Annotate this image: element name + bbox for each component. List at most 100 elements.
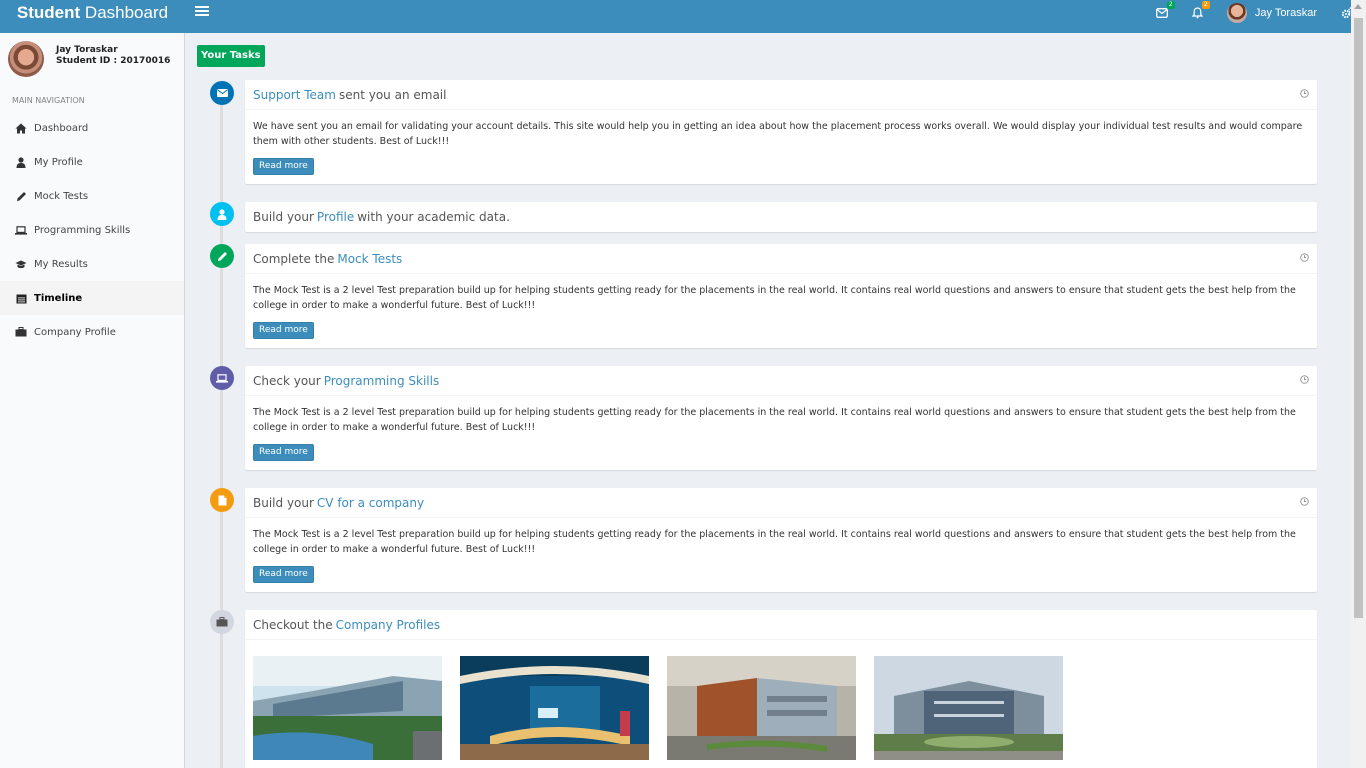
clock-icon (1300, 88, 1309, 101)
sidebar-item-my-results[interactable]: My Results (0, 247, 184, 281)
laptop-icon (15, 224, 27, 236)
sidebar-item-label: Dashboard (34, 122, 89, 134)
timeline-item-header: Build your Profile with your academic da… (245, 202, 1317, 232)
sidebar-item-label: My Results (34, 258, 88, 270)
content-area: Your Tasks Support Team sent you an emai… (185, 33, 1351, 768)
timeline-item-header-text: with your academic data. (357, 210, 510, 224)
timeline-item-body: The Mock Test is a 2 level Test preparat… (253, 407, 1296, 433)
clock-icon (1300, 252, 1309, 265)
messages-count-badge: 2 (1166, 1, 1175, 9)
clock-icon (1300, 496, 1309, 509)
timeline-item-email: Support Team sent you an email We have s… (245, 80, 1317, 184)
pencil-icon (15, 190, 27, 202)
timeline-item-body: We have sent you an email for validating… (253, 121, 1303, 147)
company-photo-accenture-lobby[interactable] (460, 656, 649, 760)
company-photo-cognizant-building[interactable] (667, 656, 856, 760)
timeline-item-header: Check your Programming Skills (245, 366, 1317, 396)
timeline-item-footer: Read more (245, 435, 1317, 470)
scroll-up-arrow-icon[interactable] (1354, 4, 1362, 9)
page-scrollbar[interactable] (1351, 0, 1366, 768)
timeline-icon-laptop (210, 366, 234, 390)
user-icon (15, 156, 27, 168)
profile-link[interactable]: Profile (317, 210, 354, 224)
file-icon (218, 495, 226, 505)
sidebar-item-dashboard[interactable]: Dashboard (0, 111, 184, 145)
notifications-count-badge: 2 (1201, 1, 1210, 9)
timeline-icon-file (210, 488, 234, 512)
sidebar-item-label: Timeline (34, 292, 83, 304)
sidebar-item-my-profile[interactable]: My Profile (0, 145, 184, 179)
sidebar-toggle-button[interactable] (195, 6, 209, 20)
clock-icon (1300, 374, 1309, 387)
envelope-icon (216, 89, 228, 97)
navbar-right: 2 2 Jay Toraskar (1144, 0, 1366, 33)
timeline-item-mock-tests: Complete the Mock Tests The Mock Test is… (245, 244, 1317, 348)
timeline-icon-envelope (210, 81, 234, 105)
timeline-item-header-text: Complete the (253, 251, 335, 266)
read-more-button[interactable]: Read more (253, 566, 314, 583)
calendar-icon (15, 292, 27, 304)
sidebar-item-label: Company Profile (34, 326, 116, 338)
timeline-item-body: The Mock Test is a 2 level Test preparat… (253, 529, 1296, 555)
timeline-item-header-text: Checkout the (253, 617, 333, 632)
sidebar-item-company-profile[interactable]: Company Profile (0, 315, 184, 349)
user-panel: Jay Toraskar Student ID : 20170016 (0, 33, 184, 88)
graduation-cap-icon (15, 258, 27, 270)
timeline-item-header: Support Team sent you an email (245, 80, 1317, 110)
user-name: Jay Toraskar (1254, 7, 1317, 19)
brand-logo[interactable]: Student Dashboard (0, 0, 185, 33)
notifications-button[interactable]: 2 (1180, 0, 1215, 26)
sidebar-item-timeline[interactable]: Timeline (0, 281, 184, 315)
briefcase-icon (15, 326, 27, 338)
messages-button[interactable]: 2 (1144, 0, 1180, 26)
avatar (1226, 3, 1247, 23)
student-id: Student ID : 20170016 (56, 56, 171, 66)
timeline-item-header: Build your CV for a company (245, 488, 1317, 518)
timeline-item-programming-skills: Check your Programming Skills The Mock T… (245, 366, 1317, 470)
support-team-link[interactable]: Support Team (253, 88, 336, 102)
company-profiles-link[interactable]: Company Profiles (336, 618, 440, 632)
sidebar-item-programming-skills[interactable]: Programming Skills (0, 213, 184, 247)
main-header: Student Dashboard 2 2 Jay Toraskar (0, 0, 1366, 33)
timeline-item-footer: Read more (245, 557, 1317, 592)
user-icon (217, 208, 227, 220)
home-icon (15, 122, 27, 134)
user-info: Jay Toraskar Student ID : 20170016 (56, 45, 170, 67)
timeline-label: Your Tasks (197, 45, 265, 67)
timeline-item-cv: Build your CV for a company The Mock Tes… (245, 488, 1317, 592)
sidebar: Jay Toraskar Student ID : 20170016 MAIN … (0, 33, 185, 768)
user-name: Jay Toraskar (56, 45, 118, 55)
sidebar-item-label: My Profile (34, 156, 83, 168)
timeline-item-footer: Read more (245, 313, 1317, 348)
sidebar-item-label: Mock Tests (34, 190, 89, 202)
timeline-item-footer: Read more (245, 149, 1317, 184)
timeline-item-company-profiles: Checkout the Company Profiles (245, 610, 1317, 768)
timeline-item-header: Complete the Mock Tests (245, 244, 1317, 274)
sidebar-item-mock-tests[interactable]: Mock Tests (0, 179, 184, 213)
cv-link[interactable]: CV for a company (317, 496, 424, 510)
pencil-icon (217, 251, 227, 261)
briefcase-icon (216, 617, 228, 627)
timeline-icon-user (210, 202, 234, 226)
timeline-item-header-text: Check your (253, 373, 321, 388)
company-photos (245, 640, 1317, 760)
timeline-item-header-text: sent you an email (338, 87, 447, 102)
read-more-button[interactable]: Read more (253, 322, 314, 339)
read-more-button[interactable]: Read more (253, 158, 314, 175)
user-menu[interactable]: Jay Toraskar (1215, 0, 1329, 26)
sidebar-item-label: Programming Skills (34, 224, 131, 236)
timeline-item-profile: Build your Profile with your academic da… (245, 202, 1317, 232)
timeline-icon-briefcase (210, 610, 234, 634)
scrollbar-thumb[interactable] (1354, 18, 1363, 618)
laptop-icon (216, 373, 228, 383)
nav-header: MAIN NAVIGATION (12, 96, 85, 105)
company-photo-campus-1[interactable] (253, 656, 442, 760)
company-photo-glass-building[interactable] (874, 656, 1063, 760)
mock-tests-link[interactable]: Mock Tests (337, 252, 402, 266)
timeline-item-header: Checkout the Company Profiles (245, 610, 1317, 640)
timeline-item-header-text: Build your (253, 495, 314, 510)
programming-skills-link[interactable]: Programming Skills (324, 374, 440, 388)
bell-icon (1191, 7, 1203, 19)
timeline-line (220, 83, 223, 768)
read-more-button[interactable]: Read more (253, 444, 314, 461)
